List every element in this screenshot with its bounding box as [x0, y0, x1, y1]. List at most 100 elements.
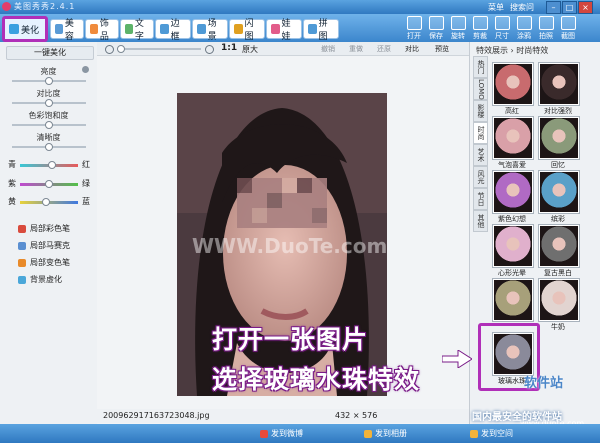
app-logo [2, 2, 11, 11]
tab-label: 场景 [207, 19, 217, 42]
contrast-label: 对比度 [36, 89, 61, 98]
slider-knob[interactable] [47, 161, 56, 169]
slider-knob[interactable] [45, 143, 53, 151]
effect-thumbnail[interactable] [492, 224, 534, 268]
tab-label: 文字 [134, 19, 144, 42]
effects-tab[interactable]: LOMO [473, 78, 488, 100]
camera-icon [538, 16, 554, 30]
minimize-icon[interactable]: – [546, 1, 561, 14]
recolor-icon [18, 258, 26, 267]
tab-label: 美化 [21, 25, 40, 36]
effects-tab[interactable]: 艺术 [473, 144, 488, 166]
effect-thumbnail[interactable] [492, 278, 534, 322]
file-name: 200962917163723048.jpg [103, 411, 210, 420]
slider-knob[interactable] [45, 77, 53, 85]
purple-green-slider[interactable] [20, 180, 78, 188]
save-button[interactable]: 保存 [426, 16, 446, 41]
one-key-beautify-button[interactable]: 一键美化 [6, 46, 94, 60]
yellow-label: 黄 [8, 197, 16, 206]
doll-icon [271, 24, 280, 34]
effects-tab[interactable]: 风光 [473, 166, 488, 188]
open-button[interactable]: 打开 [404, 16, 424, 41]
mosaic-icon [18, 241, 26, 250]
effects-breadcrumb: 特效展示 › 时尚特效 [476, 46, 549, 55]
resize-label: 尺寸 [495, 32, 509, 40]
sharpness-slider[interactable] [12, 143, 86, 151]
compare-button[interactable]: 对比 [405, 44, 419, 54]
local-recolor-button[interactable]: 局部变色笔 [18, 257, 70, 268]
local-color-pen-button[interactable]: 局部彩色笔 [18, 223, 70, 234]
doodle-button[interactable]: 涂鸦 [514, 16, 534, 41]
effect-preview-image [540, 226, 578, 266]
resize-button[interactable]: 尺寸 [492, 16, 512, 41]
camera-button[interactable]: 拍照 [536, 16, 556, 41]
share-album-button[interactable]: 发到相册 [364, 428, 407, 439]
maximize-icon[interactable]: □ [562, 1, 577, 14]
share-label: 发到空间 [481, 429, 513, 438]
tool-label: 局部变色笔 [30, 258, 70, 267]
effect-label: 紫色幻想 [498, 215, 526, 223]
search-link[interactable]: 搜索问 [510, 2, 534, 13]
brightness-slider[interactable] [12, 77, 86, 85]
share-weibo-button[interactable]: 发到微博 [260, 428, 303, 439]
effect-thumbnail[interactable] [538, 224, 580, 268]
zoom-ratio[interactable]: 1:1 [221, 43, 237, 53]
tab-accessory[interactable]: 饰品 [85, 19, 119, 42]
background-blur-button[interactable]: 背景虚化 [18, 274, 62, 285]
rotate-button[interactable]: 旋转 [448, 16, 468, 41]
rotate-label: 旋转 [451, 32, 465, 40]
local-mosaic-button[interactable]: 局部马赛克 [18, 240, 70, 251]
effects-tab[interactable]: 其他 [473, 210, 488, 232]
effects-tab[interactable]: 节日 [473, 188, 488, 210]
slider-knob[interactable] [45, 121, 53, 129]
original-size-button[interactable]: 原大 [242, 44, 258, 55]
effect-preview-image [494, 172, 532, 212]
effects-tab[interactable]: 时尚 [473, 122, 488, 144]
effects-tab[interactable]: 影楼 [473, 100, 488, 122]
tab-collage[interactable]: 拼图 [303, 19, 339, 42]
effect-thumbnail[interactable] [538, 278, 580, 322]
preview-button[interactable]: 预览 [435, 44, 449, 54]
tab-text[interactable]: 文字 [120, 19, 154, 42]
tab-doll[interactable]: 娃娃 [266, 19, 302, 42]
crop-button[interactable]: 剪裁 [470, 16, 490, 41]
cyan-label: 青 [8, 160, 16, 169]
zoom-slider[interactable] [117, 45, 201, 53]
effect-preview-image [494, 64, 532, 104]
tab-face[interactable]: 美容 [50, 19, 84, 42]
effect-thumbnail[interactable] [538, 62, 580, 106]
restore-button[interactable]: 还原 [377, 44, 391, 54]
effect-label: 回忆 [551, 161, 565, 169]
redo-button[interactable]: 重做 [349, 44, 363, 54]
zoom-knob[interactable] [117, 45, 125, 53]
effect-thumbnail[interactable] [538, 170, 580, 214]
menu-link[interactable]: 菜单 [488, 2, 504, 13]
effect-thumbnail[interactable] [492, 62, 534, 106]
save-label: 保存 [429, 32, 443, 40]
tab-beautify[interactable]: 美化 [2, 16, 48, 42]
effect-thumbnail[interactable] [492, 116, 534, 160]
slider-knob[interactable] [45, 99, 53, 107]
saturation-label: 色彩饱和度 [28, 111, 69, 120]
tab-frame[interactable]: 边框 [155, 19, 191, 42]
zoom-out-icon[interactable] [105, 45, 114, 54]
zoom-in-icon[interactable] [205, 45, 214, 54]
share-space-button[interactable]: 发到空间 [470, 428, 513, 439]
tab-flash[interactable]: 闪图 [229, 19, 265, 42]
tab-label: 闪图 [244, 19, 254, 42]
close-icon[interactable]: × [578, 1, 593, 14]
effects-tab[interactable]: 热门 [473, 56, 488, 78]
contrast-slider[interactable] [12, 99, 86, 107]
cyan-red-slider[interactable] [20, 161, 78, 169]
saturation-slider[interactable] [12, 121, 86, 129]
tab-scene[interactable]: 场景 [192, 19, 228, 42]
undo-button[interactable]: 撤销 [321, 44, 335, 54]
screenshot-button[interactable]: 截图 [558, 16, 578, 41]
reset-icon[interactable] [82, 66, 89, 73]
open-label: 打开 [407, 32, 421, 40]
effect-thumbnail[interactable] [492, 170, 534, 214]
yellow-blue-slider[interactable] [20, 198, 78, 206]
tab-label: 饰品 [99, 19, 109, 42]
slider-knob[interactable] [45, 180, 53, 188]
effect-thumbnail[interactable] [538, 116, 580, 160]
